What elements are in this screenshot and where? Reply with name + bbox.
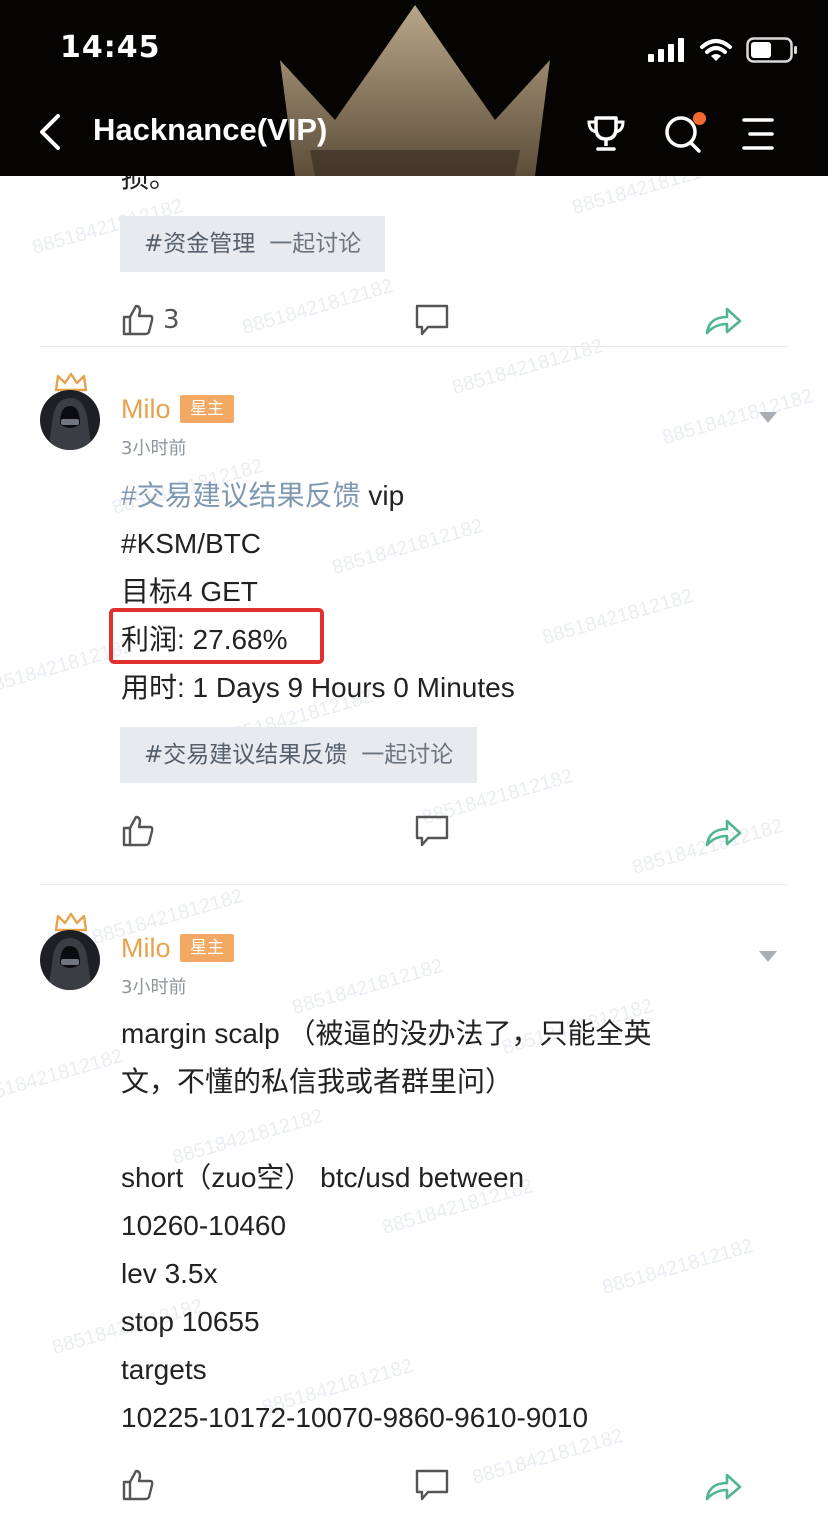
author-avatar[interactable] (40, 912, 102, 992)
topic-tag-join: 一起讨论 (269, 231, 362, 257)
watermark: 88518421812182 (239, 274, 396, 340)
topic-tag[interactable]: #交易建议结果反馈 一起讨论 (120, 727, 478, 783)
post-line: 10260-10460 (121, 1210, 287, 1241)
post-line: #KSM/BTC (121, 528, 262, 559)
post-line: stop 10655 (121, 1306, 260, 1337)
search-button[interactable] (662, 112, 706, 156)
status-time: 14:45 (60, 30, 161, 65)
signal-icon (648, 38, 684, 62)
battery-icon (746, 37, 797, 63)
avatar (40, 930, 100, 990)
post-line: 目标4 GET (121, 576, 258, 607)
topic-tag-label: #交易建议结果反馈 (144, 742, 348, 768)
author-name[interactable]: Milo (121, 933, 171, 964)
status-bar: 14:45 (0, 0, 828, 100)
post-hashtag-suffix: vip (360, 480, 405, 511)
post-divider (40, 346, 788, 347)
notification-dot (693, 112, 706, 125)
post-text-tail: 损。 (121, 176, 178, 194)
topic-tag-label: #资金管理 (144, 231, 256, 257)
comment-icon[interactable] (414, 1468, 450, 1502)
crown-icon (54, 372, 88, 392)
author-avatar[interactable] (40, 372, 102, 452)
thumbs-up-icon[interactable] (121, 1468, 155, 1502)
more-options-caret-icon[interactable] (759, 412, 777, 423)
watermark: 88518421812182 (449, 334, 606, 400)
app-header: 14:45 Hacknance(VIP) (0, 0, 828, 176)
topic-tag-join: 一起讨论 (361, 742, 454, 768)
post-line-profit: 利润: 27.68% (121, 624, 288, 655)
page-title: Hacknance(VIP) (93, 112, 328, 147)
hooded-figure-icon (48, 938, 92, 990)
like-count: 3 (163, 305, 180, 335)
post-content: margin scalp （被逼的没办法了，只能全英 文，不懂的私信我或者群里问… (121, 1010, 652, 1442)
watermark: 88518421812182 (569, 176, 726, 220)
post-line: short（zuo空） btc/usd between (121, 1162, 525, 1193)
post-line: lev 3.5x (121, 1258, 218, 1289)
post-hashtag[interactable]: #交易建议结果反馈 (121, 480, 361, 511)
watermark: 88518421812182 (539, 584, 696, 650)
post-line-blank (121, 1106, 652, 1154)
author-name[interactable]: Milo (121, 394, 171, 425)
share-icon[interactable] (703, 304, 743, 336)
comment-icon[interactable] (414, 814, 450, 848)
like-button[interactable]: 3 (121, 303, 180, 337)
crown-icon (54, 912, 88, 932)
nav-bar: Hacknance(VIP) (0, 100, 828, 166)
post-time: 3小时前 (121, 438, 187, 459)
thumbs-up-icon (122, 304, 154, 336)
post-time: 3小时前 (121, 977, 187, 998)
topic-tag[interactable]: #资金管理 一起讨论 (120, 216, 386, 272)
hooded-figure-icon (48, 398, 92, 450)
post-line: 文，不懂的私信我或者群里问） (121, 1066, 514, 1097)
avatar (40, 390, 100, 450)
post-line: 10225-10172-10070-9860-9610-9010 (121, 1402, 589, 1433)
post-line: margin scalp （被逼的没办法了，只能全英 (121, 1018, 652, 1049)
post-divider (40, 884, 788, 885)
thumbs-up-icon[interactable] (121, 814, 155, 848)
post-line: 用时: 1 Days 9 Hours 0 Minutes (121, 672, 515, 703)
comment-icon[interactable] (414, 303, 450, 337)
watermark: 88518421812182 (0, 634, 136, 700)
trophy-icon[interactable] (584, 112, 628, 156)
watermark: 88518421812182 (659, 384, 816, 450)
share-icon[interactable] (703, 1470, 743, 1502)
post-content: #交易建议结果反馈 vip #KSM/BTC 目标4 GET 利润: 27.68… (121, 472, 515, 712)
owner-badge: 星主 (180, 934, 234, 962)
share-icon[interactable] (703, 816, 743, 848)
more-options-caret-icon[interactable] (759, 951, 777, 962)
post-feed[interactable]: 88518421812182 88518421812182 8851842181… (0, 176, 828, 1524)
back-arrow-icon[interactable] (34, 112, 66, 152)
wifi-icon (700, 39, 732, 61)
post-line: targets (121, 1354, 207, 1385)
menu-icon[interactable] (736, 112, 780, 156)
owner-badge: 星主 (180, 395, 234, 423)
watermark: 88518421812182 (0, 1044, 126, 1110)
